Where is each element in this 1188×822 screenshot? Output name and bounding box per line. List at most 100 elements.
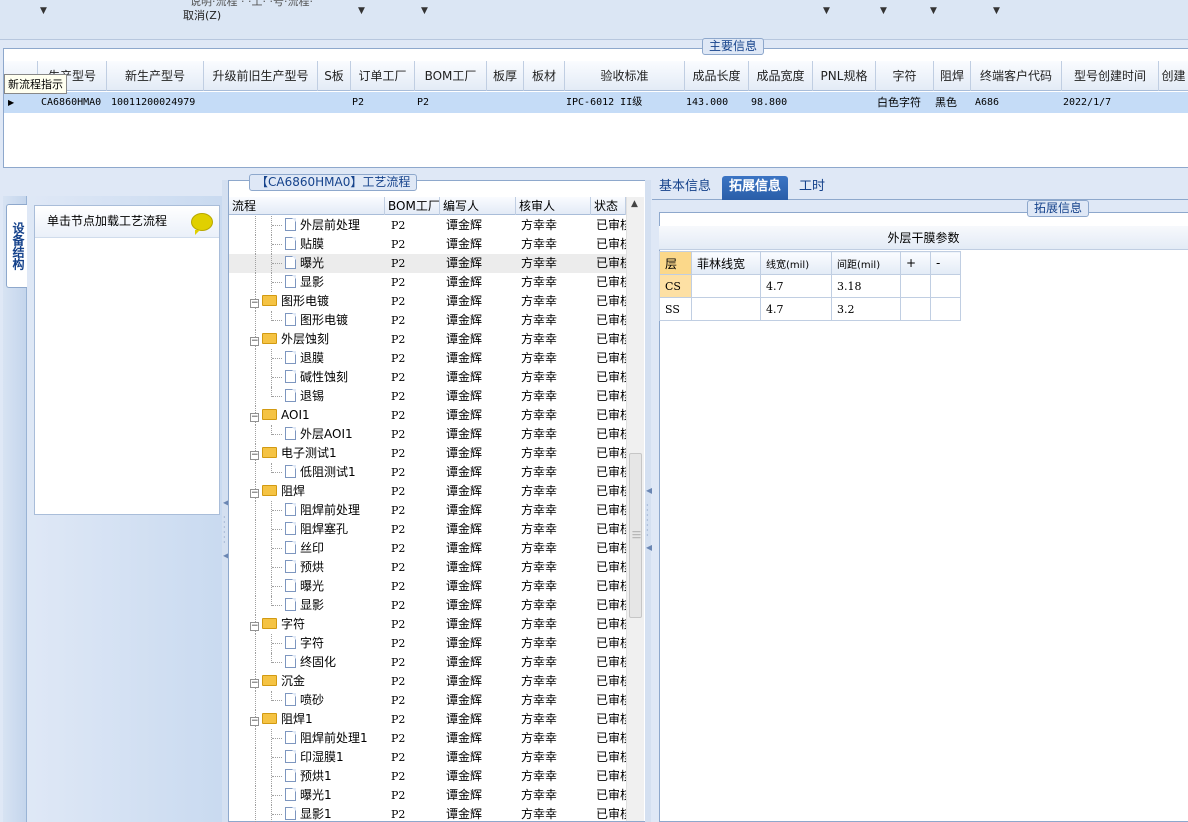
tab-equipment-structure[interactable]: 设备结构 — [6, 204, 28, 288]
col-header[interactable]: 板材 — [524, 61, 565, 91]
chevron-down-icon[interactable]: ▼ — [880, 6, 887, 16]
tree-leaf-row[interactable]: 显影1 P2 谭金辉 方幸幸 已审核 — [229, 805, 626, 822]
add-column-button[interactable]: + — [900, 251, 931, 275]
tree-folder-row[interactable]: − 电子测试1 P2 谭金辉 方幸幸 已审核 — [229, 444, 626, 463]
tree-folder-row[interactable]: − 阻焊1 P2 谭金辉 方幸幸 已审核 — [229, 710, 626, 729]
tree-cell-bom: P2 — [391, 789, 406, 802]
tree-folder-row[interactable]: − 图形电镀 P2 谭金辉 方幸幸 已审核 — [229, 292, 626, 311]
col-header[interactable]: 菲林线宽 — [691, 251, 761, 275]
tree-leaf-row[interactable]: 阻焊前处理1 P2 谭金辉 方幸幸 已审核 — [229, 729, 626, 748]
tab-basic-info[interactable]: 基本信息 — [652, 176, 718, 200]
col-header[interactable]: 新生产型号 — [107, 61, 204, 91]
chevron-down-icon[interactable]: ▼ — [421, 6, 428, 16]
collapse-left-icon[interactable]: ◀ — [223, 552, 229, 560]
tree-folder-row[interactable]: − 沉金 P2 谭金辉 方幸幸 已审核 — [229, 672, 626, 691]
tree-node-text: 预烘1 — [300, 769, 332, 783]
tree-leaf-row[interactable]: 外层AOI1 P2 谭金辉 方幸幸 已审核 — [229, 425, 626, 444]
tree-folder-row[interactable]: − 外层蚀刻 P2 谭金辉 方幸幸 已审核 — [229, 330, 626, 349]
col-header[interactable]: 板厚 — [487, 61, 524, 91]
chevron-down-icon[interactable]: ▼ — [40, 6, 47, 16]
tree-cell-writer: 谭金辉 — [446, 750, 483, 764]
tree-leaf-row[interactable]: 贴膜 P2 谭金辉 方幸幸 已审核 — [229, 235, 626, 254]
col-header[interactable]: 创建 — [1159, 61, 1188, 91]
tree-leaf-row[interactable]: 曝光 P2 谭金辉 方幸幸 已审核 — [229, 577, 626, 596]
cancel-menu-item[interactable]: 取消(Z) — [183, 7, 221, 23]
col-header[interactable]: BOM工厂 — [385, 197, 440, 215]
col-header[interactable]: 编写人 — [440, 197, 516, 215]
col-header[interactable]: 订单工厂 — [351, 61, 415, 91]
tree-cell-status: 已审核 — [596, 636, 626, 650]
tab-extended-info[interactable]: 拓展信息 — [722, 176, 789, 200]
col-header[interactable]: 阻焊 — [934, 61, 971, 91]
col-header[interactable]: 验收标准 — [565, 61, 685, 91]
tree-leaf-row[interactable]: 曝光1 P2 谭金辉 方幸幸 已审核 — [229, 786, 626, 805]
table-row[interactable]: CA6860HMA0 10011200024979 P2 P2 IPC-6012… — [4, 92, 1188, 113]
tree-folder-row[interactable]: − AOI1 P2 谭金辉 方幸幸 已审核 — [229, 406, 626, 425]
tree-leaf-row[interactable]: 阻焊塞孔 P2 谭金辉 方幸幸 已审核 — [229, 520, 626, 539]
tree-node-label: 显影 — [285, 596, 324, 615]
tree-leaf-row[interactable]: 印湿膜1 P2 谭金辉 方幸幸 已审核 — [229, 748, 626, 767]
col-header[interactable]: 间距(mil) — [831, 251, 901, 275]
tree-leaf-row[interactable]: 预烘 P2 谭金辉 方幸幸 已审核 — [229, 558, 626, 577]
tree-node-text: 阻焊 — [281, 484, 306, 498]
tree-leaf-row[interactable]: 退锡 P2 谭金辉 方幸幸 已审核 — [229, 387, 626, 406]
tree-leaf-row[interactable]: 退膜 P2 谭金辉 方幸幸 已审核 — [229, 349, 626, 368]
tree-leaf-row[interactable]: 图形电镀 P2 谭金辉 方幸幸 已审核 — [229, 311, 626, 330]
tree-leaf-row[interactable]: 预烘1 P2 谭金辉 方幸幸 已审核 — [229, 767, 626, 786]
collapse-icon[interactable]: − — [250, 299, 259, 308]
collapse-icon[interactable]: − — [250, 622, 259, 631]
tree-leaf-row[interactable]: 碱性蚀刻 P2 谭金辉 方幸幸 已审核 — [229, 368, 626, 387]
tree-folder-row[interactable]: − 阻焊 P2 谭金辉 方幸幸 已审核 — [229, 482, 626, 501]
col-header[interactable]: 状态 — [591, 197, 626, 215]
chevron-down-icon[interactable]: ▼ — [993, 6, 1000, 16]
col-header[interactable]: 型号创建时间 — [1062, 61, 1159, 91]
col-header[interactable]: 终端客户代码 — [971, 61, 1062, 91]
collapse-icon[interactable]: − — [250, 679, 259, 688]
collapse-icon[interactable]: − — [250, 337, 259, 346]
tree-leaf-row[interactable]: 阻焊前处理 P2 谭金辉 方幸幸 已审核 — [229, 501, 626, 520]
tree-folder-row[interactable]: − 字符 P2 谭金辉 方幸幸 已审核 — [229, 615, 626, 634]
scroll-up-icon[interactable]: ▲ — [631, 199, 638, 209]
tree-leaf-row[interactable]: 字符 P2 谭金辉 方幸幸 已审核 — [229, 634, 626, 653]
collapse-icon[interactable]: − — [250, 451, 259, 460]
table-row[interactable]: CS 4.7 3.18 — [659, 274, 961, 298]
collapse-right-icon[interactable]: ◀ — [646, 487, 652, 495]
collapse-icon[interactable]: − — [250, 717, 259, 726]
chevron-down-icon[interactable]: ▼ — [358, 6, 365, 16]
tree-leaf-row[interactable]: 丝印 P2 谭金辉 方幸幸 已审核 — [229, 539, 626, 558]
col-header[interactable]: 升级前旧生产型号 — [204, 61, 318, 91]
tree-leaf-row[interactable]: 终固化 P2 谭金辉 方幸幸 已审核 — [229, 653, 626, 672]
col-header[interactable]: 层 — [659, 251, 692, 275]
col-header[interactable]: 成品长度 — [685, 61, 749, 91]
scroll-thumb[interactable]: — — — — [629, 453, 642, 618]
col-header[interactable]: 成品宽度 — [749, 61, 813, 91]
tree-cell-reviewer: 方幸幸 — [521, 237, 558, 251]
col-header[interactable]: 核审人 — [516, 197, 591, 215]
tree-node-text: 显影 — [300, 598, 325, 612]
tree-leaf-row[interactable]: 低阻测试1 P2 谭金辉 方幸幸 已审核 — [229, 463, 626, 482]
col-header[interactable]: PNL规格 — [813, 61, 876, 91]
col-header[interactable]: 字符 — [876, 61, 934, 91]
collapse-right-icon[interactable]: ◀ — [646, 544, 652, 552]
tree-scrollbar[interactable]: ▲ — — — — [626, 197, 644, 821]
chevron-down-icon[interactable]: ▼ — [930, 6, 937, 16]
tab-work-hours[interactable]: 工时 — [792, 176, 832, 200]
col-header[interactable]: BOM工厂 — [415, 61, 487, 91]
collapse-left-icon[interactable]: ◀ — [223, 499, 229, 507]
col-header[interactable]: S板 — [318, 61, 351, 91]
tree-cell-status: 已审核 — [596, 484, 626, 498]
col-header[interactable]: 线宽(mil) — [760, 251, 832, 275]
tree-leaf-row[interactable]: 显影 P2 谭金辉 方幸幸 已审核 — [229, 273, 626, 292]
table-row[interactable]: SS 4.7 3.2 — [659, 297, 961, 321]
tree-leaf-row[interactable]: 曝光 P2 谭金辉 方幸幸 已审核 — [229, 254, 626, 273]
chevron-down-icon[interactable]: ▼ — [823, 6, 830, 16]
collapse-icon[interactable]: − — [250, 489, 259, 498]
tree-leaf-row[interactable]: 外层前处理 P2 谭金辉 方幸幸 已审核 — [229, 216, 626, 235]
col-header[interactable]: 流程 — [229, 197, 385, 215]
right-splitter[interactable]: ◀ · · · · · · · ◀ — [645, 180, 652, 822]
collapse-icon[interactable]: − — [250, 413, 259, 422]
tree-leaf-row[interactable]: 喷砂 P2 谭金辉 方幸幸 已审核 — [229, 691, 626, 710]
tree-leaf-row[interactable]: 显影 P2 谭金辉 方幸幸 已审核 — [229, 596, 626, 615]
tree-cell-writer: 谭金辉 — [446, 446, 483, 460]
remove-column-button[interactable]: - — [930, 251, 961, 275]
